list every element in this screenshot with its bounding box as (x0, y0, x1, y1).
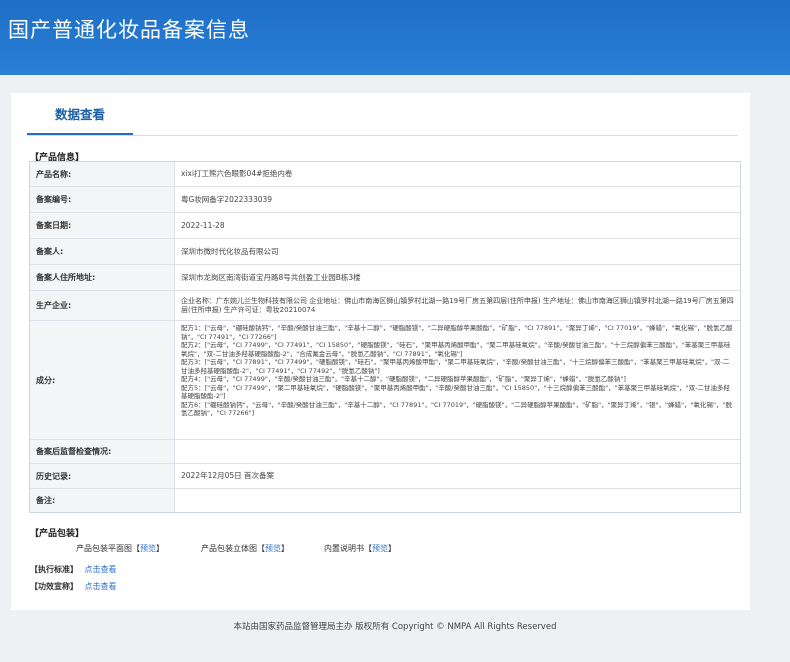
exec-standard-link[interactable]: 点击查看 (85, 565, 117, 574)
package-item-flat: 产品包装平面图【预览】 (76, 544, 164, 553)
row-remarks: 备注: (30, 489, 740, 512)
section-efficacy: 【功效宣称】 (30, 582, 78, 591)
value-record-number: 粤G妆网备字2022333039 (181, 194, 273, 204)
row-record-number: 备案编号: 粤G妆网备字2022333039 (30, 187, 740, 213)
header-banner: 国产普通化妆品备案信息 (0, 0, 790, 75)
row-registrant: 备案人: 深圳市微时代化妆品有限公司 (30, 239, 740, 265)
value-ingredients: 配方1：["云母"，"硼硅酸钠钙"，"辛酸/癸酸甘油三酯"，"辛基十二醇"，"硬… (181, 324, 733, 417)
value-registrant: 深圳市微时代化妆品有限公司 (181, 246, 279, 256)
value-product-name: xixi打工熊六色眼影04#拒绝内卷 (181, 169, 293, 178)
efficacy-row: 【功效宣称】 点击查看 (30, 581, 117, 592)
package-item-label: 产品包装平面图 (76, 544, 132, 553)
label-registrant-address: 备案人住所地址: (30, 265, 175, 290)
footer-copyright: 本站由国家药品监督管理局主办 版权所有 Copyright © NMPA All… (233, 622, 557, 632)
package-item-label: 产品包装立体图 (201, 544, 257, 553)
label-manufacturer: 生产企业: (30, 291, 175, 320)
label-remarks: 备注: (30, 489, 175, 512)
row-product-name: 产品名称: xixi打工熊六色眼影04#拒绝内卷 (30, 162, 740, 187)
label-registrant: 备案人: (30, 239, 175, 264)
preview-link[interactable]: 预览 (372, 544, 388, 553)
row-supervision: 备案后监督检查情况: (30, 440, 740, 464)
row-registrant-address: 备案人住所地址: 深圳市龙岗区南湾街道宝丹路8号共创盈工业园B栋3楼 (30, 265, 740, 291)
label-record-number: 备案编号: (30, 187, 175, 212)
section-exec-standard: 【执行标准】 (30, 565, 78, 574)
value-record-date: 2022-11-28 (181, 220, 225, 230)
content-card: 数据查看 【产品信息】 产品名称: xixi打工熊六色眼影04#拒绝内卷 备案编… (11, 93, 750, 610)
section-product-package: 【产品包装】 (30, 529, 85, 539)
label-ingredients: 成分: (30, 321, 175, 439)
label-product-name: 产品名称: (30, 162, 175, 186)
value-manufacturer: 企业名称：广东婉儿兰生物科技有限公司 企业地址：佛山市南海区狮山镇罗村北湖一路1… (181, 296, 734, 314)
package-item-manual: 内置说明书【预览】 (324, 544, 396, 553)
efficacy-link[interactable]: 点击查看 (85, 582, 117, 591)
preview-link[interactable]: 预览 (265, 544, 281, 553)
label-history: 历史记录: (30, 464, 175, 488)
page-title: 国产普通化妆品备案信息 (8, 18, 250, 42)
row-ingredients: 成分: 配方1：["云母"，"硼硅酸钠钙"，"辛酸/癸酸甘油三酯"，"辛基十二醇… (30, 321, 740, 440)
tab-bar: 数据查看 (27, 93, 738, 136)
label-record-date: 备案日期: (30, 213, 175, 238)
value-supervision (175, 440, 740, 463)
row-manufacturer: 生产企业: 企业名称：广东婉儿兰生物科技有限公司 企业地址：佛山市南海区狮山镇罗… (30, 291, 740, 321)
row-record-date: 备案日期: 2022-11-28 (30, 213, 740, 239)
exec-standard-row: 【执行标准】 点击查看 (30, 564, 117, 575)
row-history: 历史记录: 2022年12月05日 首次备案 (30, 464, 740, 489)
value-remarks (175, 489, 740, 512)
label-supervision: 备案后监督检查情况: (30, 440, 175, 463)
package-item-label: 内置说明书 (324, 544, 364, 553)
package-item-3d: 产品包装立体图【预览】 (201, 544, 289, 553)
value-history: 2022年12月05日 首次备案 (181, 471, 275, 480)
preview-link[interactable]: 预览 (140, 544, 156, 553)
tab-data-view[interactable]: 数据查看 (27, 93, 133, 135)
product-info-table: 产品名称: xixi打工熊六色眼影04#拒绝内卷 备案编号: 粤G妆网备字202… (29, 161, 741, 513)
value-registrant-address: 深圳市龙岗区南湾街道宝丹路8号共创盈工业园B栋3楼 (181, 272, 361, 282)
